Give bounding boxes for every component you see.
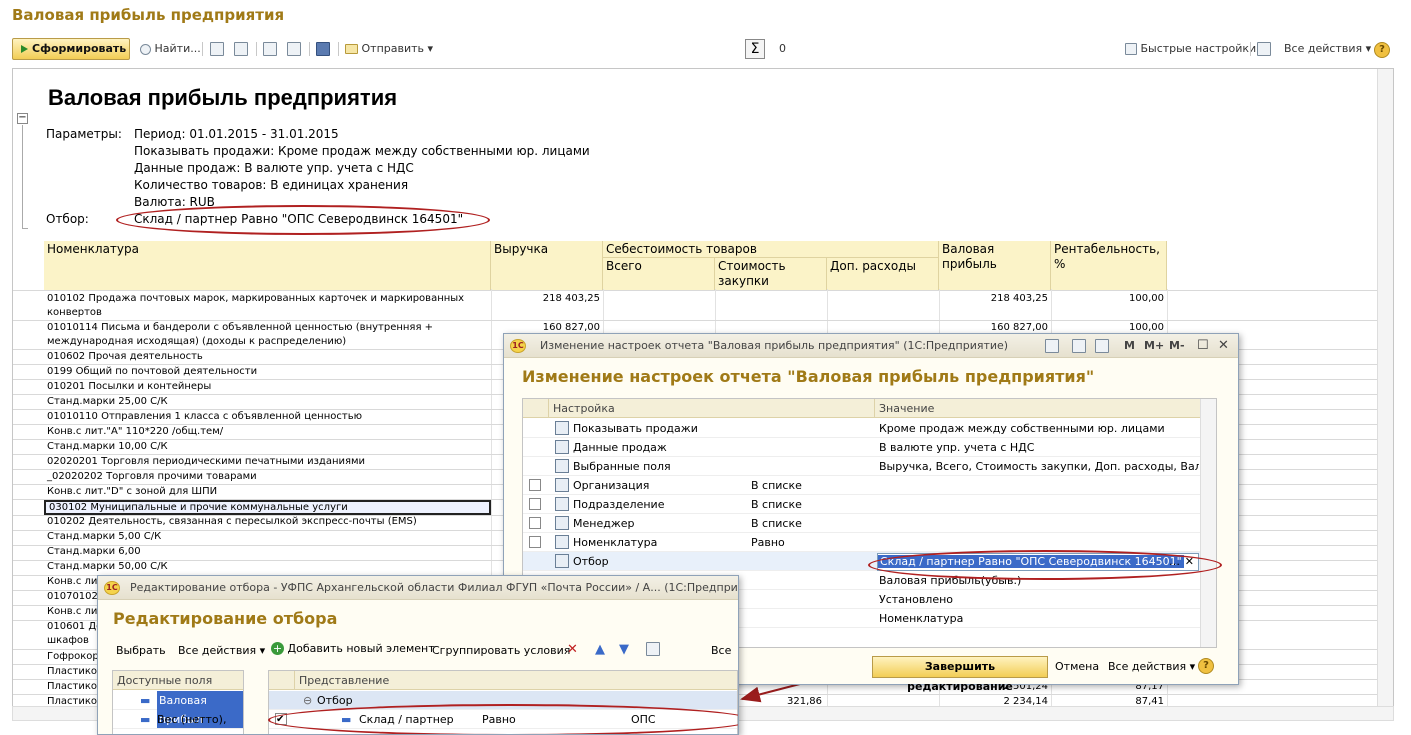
help-icon: ? [1198, 658, 1214, 674]
collapse-icon[interactable]: ⊖ [303, 691, 312, 710]
list-icon [555, 459, 569, 473]
check-icon: ✔ [276, 714, 285, 725]
settings-icon [555, 440, 569, 454]
settings-icon [555, 478, 569, 492]
field-item[interactable]: ▬ Валовая прибыл [113, 691, 243, 729]
settings-icon [555, 497, 569, 511]
cancel-button[interactable]: Отмена [1055, 660, 1099, 673]
filter-icon [555, 554, 569, 568]
settings-row[interactable]: Подразделение В списке [523, 495, 1201, 514]
field-icon: ▬ [341, 713, 352, 726]
condition-row[interactable]: ✔ ▬ Склад / партнер Равно ОПС Северодвин… [269, 710, 737, 734]
m-minus-button[interactable]: M- [1169, 334, 1185, 358]
available-fields-list[interactable]: Доступные поля ▬ Валовая прибыл ▬ Вес (н… [112, 670, 244, 734]
checkbox[interactable] [529, 479, 541, 491]
settings-icon [555, 516, 569, 530]
col-setting: Настройка [549, 399, 875, 418]
field-icon: ▬ [140, 713, 151, 726]
settings-row[interactable]: Номенклатура Равно [523, 533, 1201, 552]
tree-icon[interactable] [646, 642, 660, 656]
field-item[interactable]: ▬ Вес (нетто), %Ед [113, 710, 243, 734]
bookmark-icon[interactable] [1045, 339, 1059, 353]
available-fields-header: Доступные поля [113, 671, 243, 690]
maximize-icon[interactable]: ☐ [1197, 334, 1209, 358]
filter-dialog-heading: Редактирование отбора [113, 609, 338, 628]
settings-row[interactable]: Организация В списке [523, 476, 1201, 495]
ellipsis-button[interactable]: … [1169, 554, 1180, 570]
checkbox[interactable] [529, 498, 541, 510]
1c-logo-icon: 1C [104, 581, 120, 595]
filter-dialog-caption[interactable]: 1C Редактирование отбора - УФПС Архангел… [98, 576, 738, 600]
m-button[interactable]: M [1124, 334, 1135, 358]
clear-icon[interactable]: ✕ [1185, 554, 1194, 570]
field-icon: ▬ [140, 694, 151, 707]
settings-scrollbar[interactable] [1200, 399, 1216, 647]
filter-dialog[interactable]: 1C Редактирование отбора - УФПС Архангел… [97, 575, 739, 735]
calculator-icon[interactable] [1072, 339, 1086, 353]
all-actions-button[interactable]: Все действия ▾ [178, 644, 265, 657]
delete-icon[interactable]: ✕ [567, 642, 578, 657]
col-value: Значение [875, 399, 1201, 418]
settings-dialog-caption[interactable]: 1C Изменение настроек отчета "Валовая пр… [504, 334, 1238, 358]
settings-dialog-heading: Изменение настроек отчета "Валовая прибы… [522, 367, 1095, 386]
help-button[interactable]: ? [1198, 658, 1214, 674]
finish-editing-button[interactable]: Завершить редактирование [872, 656, 1048, 693]
group-row[interactable]: ⊖ Отбор [269, 691, 737, 710]
move-up-icon[interactable]: ▲ [595, 642, 605, 657]
settings-icon [555, 421, 569, 435]
settings-row[interactable]: Показывать продажи Кроме продаж между со… [523, 419, 1201, 438]
representation-header: Представление [295, 671, 737, 690]
filter-input[interactable]: Склад / партнер Равно "ОПС Северодвинск … [877, 553, 1199, 571]
1c-logo-icon: 1C [510, 339, 526, 353]
move-down-icon[interactable]: ▼ [619, 642, 629, 657]
m-plus-button[interactable]: M+ [1144, 334, 1164, 358]
group-conditions-button[interactable]: Сгруппировать условия [432, 644, 570, 657]
checkbox[interactable] [529, 517, 541, 529]
all-button[interactable]: Все [711, 644, 731, 657]
settings-row[interactable]: Менеджер В списке [523, 514, 1201, 533]
settings-icon [555, 535, 569, 549]
select-button[interactable]: Выбрать [116, 644, 166, 657]
close-icon[interactable]: ✕ [1218, 334, 1229, 358]
add-icon: + [271, 642, 284, 655]
all-actions-button[interactable]: Все действия ▾ [1108, 660, 1195, 673]
conditions-grid[interactable]: Представление ⊖ Отбор ✔ ▬ Склад / партне… [268, 670, 738, 734]
calendar-icon[interactable] [1095, 339, 1109, 353]
settings-row[interactable]: Данные продаж В валюте упр. учета с НДС [523, 438, 1201, 457]
settings-row[interactable]: Выбранные поля Выручка, Всего, Стоимость… [523, 457, 1201, 476]
checkbox[interactable] [529, 536, 541, 548]
add-new-element-button[interactable]: + Добавить новый элемент [271, 642, 435, 655]
